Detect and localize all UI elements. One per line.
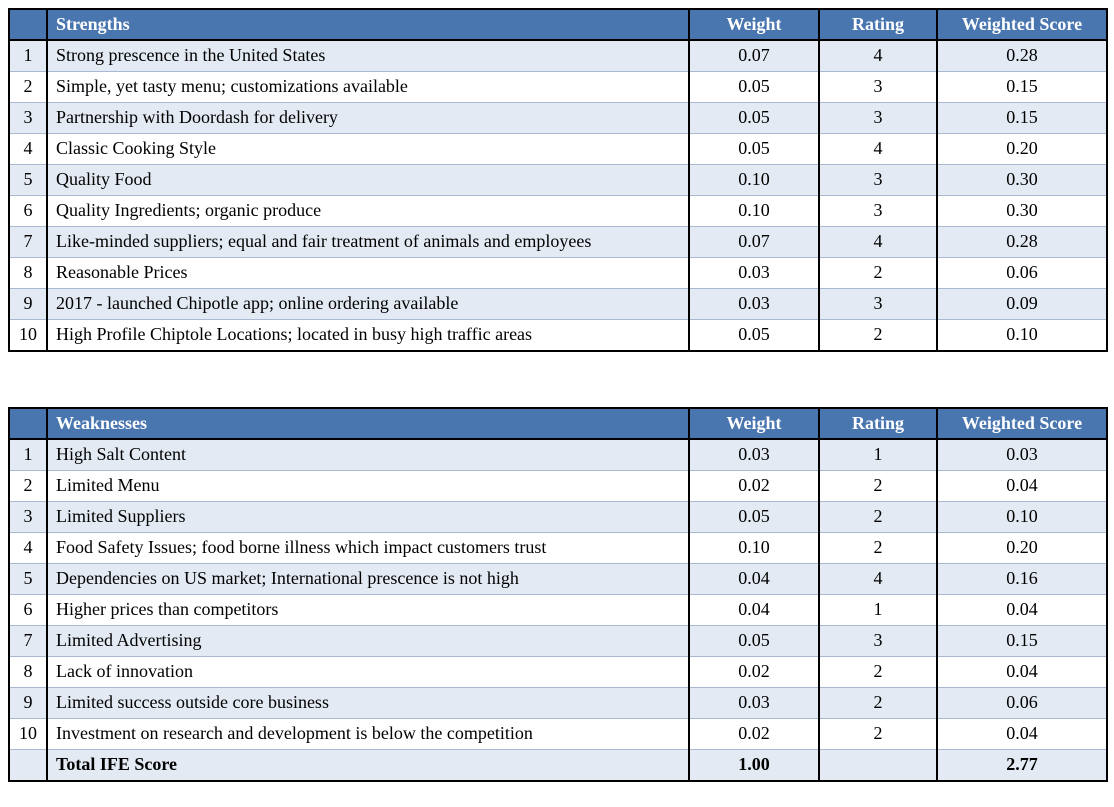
table-row: 5Quality Food0.1030.30 [9,165,1107,196]
table-row: 8Lack of innovation0.0220.04 [9,657,1107,688]
table-row: 92017 - launched Chipotle app; online or… [9,289,1107,320]
col-weaknesses: Weaknesses [47,408,689,439]
table-row: 9Limited success outside core business0.… [9,688,1107,719]
strengths-table: Strengths Weight Rating Weighted Score 1… [8,8,1108,352]
table-row: 10High Profile Chiptole Locations; locat… [9,320,1107,352]
weaknesses-table: Weaknesses Weight Rating Weighted Score … [8,407,1108,782]
table-row: 3Partnership with Doordash for delivery0… [9,103,1107,134]
table-row: 4Food Safety Issues; food borne illness … [9,533,1107,564]
table-row: 6Quality Ingredients; organic produce0.1… [9,196,1107,227]
total-weight: 1.00 [689,750,819,782]
col-weight: Weight [689,9,819,40]
col-strengths: Strengths [47,9,689,40]
col-rating: Rating [819,9,937,40]
col-number [9,408,47,439]
total-label: Total IFE Score [47,750,689,782]
table-row: 2Simple, yet tasty menu; customizations … [9,72,1107,103]
col-number [9,9,47,40]
total-score: 2.77 [937,750,1107,782]
table-row: 5Dependencies on US market; Internationa… [9,564,1107,595]
table-row: 1Strong prescence in the United States0.… [9,40,1107,72]
col-rating: Rating [819,408,937,439]
table-row: 10Investment on research and development… [9,719,1107,750]
col-weighted-score: Weighted Score [937,408,1107,439]
table-row: 7Limited Advertising0.0530.15 [9,626,1107,657]
col-weight: Weight [689,408,819,439]
table-row: 2Limited Menu0.0220.04 [9,471,1107,502]
table-row: 7Like-minded suppliers; equal and fair t… [9,227,1107,258]
total-row: Total IFE Score1.00 2.77 [9,750,1107,782]
table-row: 4Classic Cooking Style0.0540.20 [9,134,1107,165]
table-row: 1High Salt Content0.0310.03 [9,439,1107,471]
col-weighted-score: Weighted Score [937,9,1107,40]
table-row: 6Higher prices than competitors0.0410.04 [9,595,1107,626]
table-row: 8Reasonable Prices0.0320.06 [9,258,1107,289]
table-row: 3Limited Suppliers0.0520.10 [9,502,1107,533]
